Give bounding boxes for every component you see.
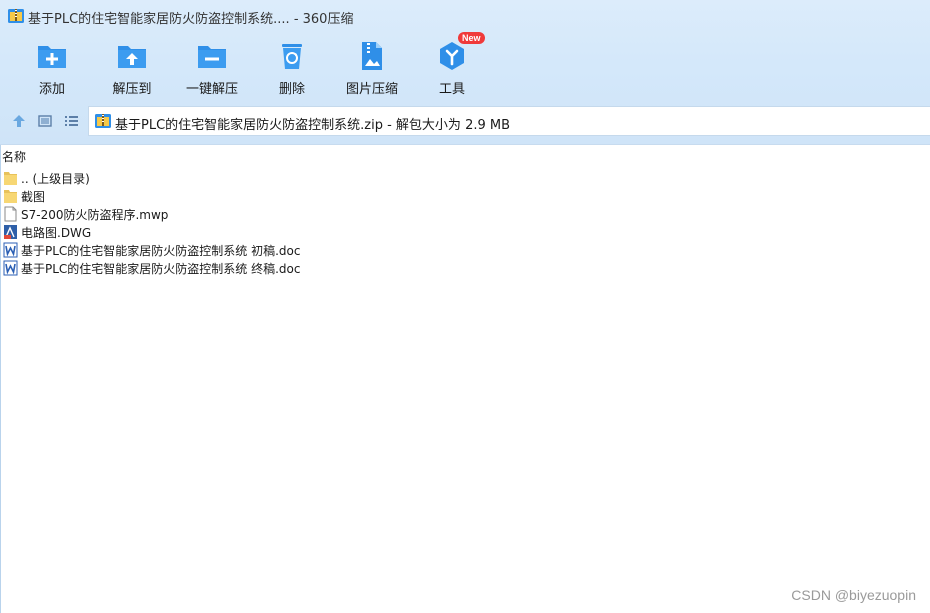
add-folder-icon	[38, 46, 66, 68]
list-view-icon[interactable]	[62, 112, 80, 130]
window-chrome: 基于PLC的住宅智能家居防火防盗控制系统.... - 360压缩 添加 解压到	[0, 0, 930, 145]
extract-to-label: 解压到	[112, 82, 152, 97]
list-item-label: .. (上级目录)	[21, 172, 90, 186]
word-doc-icon	[3, 260, 18, 276]
recycle-bin-icon	[282, 44, 302, 69]
tools-icon	[440, 42, 464, 70]
zip-archive-icon	[8, 9, 24, 23]
address-bar[interactable]: 基于PLC的住宅智能家居防火防盗控制系统.zip - 解包大小为 2.9 MB	[88, 106, 930, 136]
column-header-name[interactable]: 名称	[2, 148, 26, 165]
window-title: 基于PLC的住宅智能家居防火防盗控制系统.... - 360压缩	[28, 12, 354, 27]
folder-icon	[4, 172, 17, 185]
tools-button[interactable]: New 工具	[412, 32, 492, 98]
file-list: 名称 .. (上级目录) 截图 S7-200防火防盗程序.mwp 电路图.DWG	[0, 145, 930, 613]
folder-icon	[4, 190, 17, 203]
one-click-extract-icon	[198, 46, 226, 68]
one-click-extract-label: 一键解压	[185, 82, 238, 97]
list-left-border	[0, 145, 1, 613]
zip-archive-icon	[95, 114, 111, 128]
dwg-file-icon	[4, 225, 17, 239]
add-button[interactable]: 添加	[12, 36, 92, 98]
list-item-label: 基于PLC的住宅智能家居防火防盗控制系统 终稿.doc	[21, 262, 301, 276]
navigation-bar: 基于PLC的住宅智能家居防火防盗控制系统.zip - 解包大小为 2.9 MB	[0, 104, 930, 138]
address-text: 基于PLC的住宅智能家居防火防盗控制系统.zip - 解包大小为 2.9 MB	[115, 118, 511, 133]
list-item-label: 基于PLC的住宅智能家居防火防盗控制系统 初稿.doc	[21, 244, 301, 258]
delete-button[interactable]: 删除	[252, 36, 332, 98]
up-arrow-icon[interactable]	[10, 112, 28, 130]
thumbnail-view-icon[interactable]	[36, 112, 54, 130]
image-compress-button[interactable]: 图片压缩	[332, 36, 412, 98]
new-badge: New	[458, 32, 485, 44]
tools-label: 工具	[438, 82, 465, 97]
word-doc-icon	[3, 242, 18, 258]
image-compress-icon	[362, 42, 382, 70]
delete-label: 删除	[278, 82, 305, 97]
extract-to-icon	[118, 46, 146, 68]
main-toolbar: 添加 解压到 一键解压 删除 图片压缩 New 工具	[0, 32, 930, 100]
add-label: 添加	[38, 82, 65, 97]
extract-to-button[interactable]: 解压到	[92, 36, 172, 98]
title-bar: 基于PLC的住宅智能家居防火防盗控制系统.... - 360压缩	[0, 0, 930, 32]
list-item-label: S7-200防火防盗程序.mwp	[21, 208, 169, 222]
image-compress-label: 图片压缩	[345, 82, 398, 97]
list-item-label: 截图	[21, 190, 46, 204]
list-item-label: 电路图.DWG	[21, 226, 92, 240]
one-click-extract-button[interactable]: 一键解压	[172, 36, 252, 98]
watermark: CSDN @biyezuopin	[791, 587, 916, 603]
file-icon	[4, 206, 17, 222]
